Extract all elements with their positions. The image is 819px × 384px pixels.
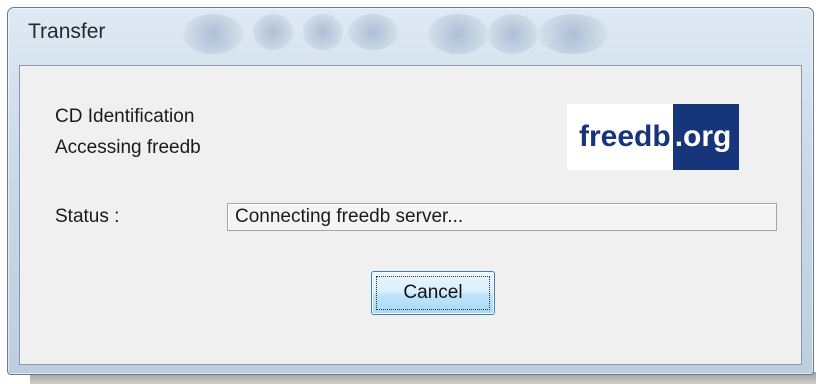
- freedb-logo: freedb .org: [567, 104, 779, 170]
- glass-reflection: [428, 14, 488, 54]
- cancel-button[interactable]: Cancel: [371, 271, 495, 315]
- glass-reflection: [303, 14, 343, 50]
- logo-freedb-text: freedb: [567, 104, 673, 170]
- glass-reflection: [488, 14, 538, 54]
- glass-reflection: [183, 14, 243, 54]
- transfer-dialog: Transfer CD Identification Accessing fre…: [7, 7, 814, 375]
- logo-org-text: .org: [672, 104, 740, 170]
- dialog-body: CD Identification Accessing freedb freed…: [19, 65, 802, 365]
- cancel-button-label: Cancel: [403, 282, 463, 303]
- status-label: Status :: [55, 206, 120, 227]
- window-title: Transfer: [28, 20, 106, 43]
- status-field: Connecting freedb server...: [227, 203, 777, 231]
- cd-identification-label: CD Identification: [55, 106, 195, 127]
- glass-reflection: [253, 14, 293, 50]
- accessing-freedb-label: Accessing freedb: [55, 137, 201, 158]
- glass-reflection: [538, 14, 608, 54]
- glass-reflection: [348, 14, 398, 50]
